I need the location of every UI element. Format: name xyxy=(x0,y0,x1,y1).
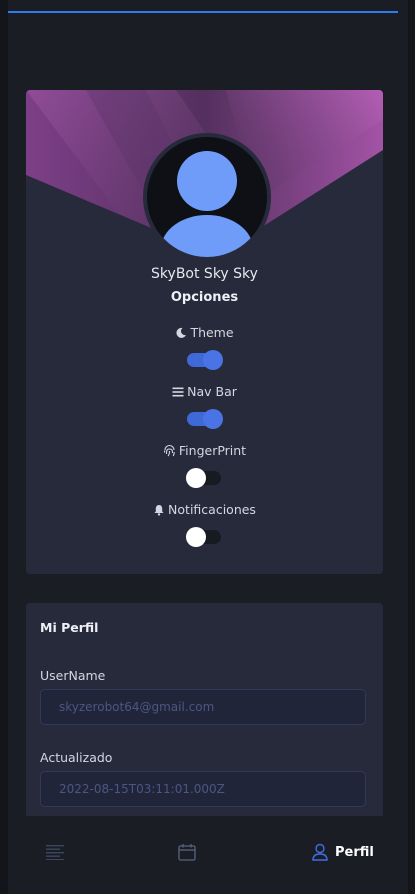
updated-field[interactable] xyxy=(40,771,366,807)
notifications-toggle[interactable] xyxy=(186,527,221,547)
list-icon xyxy=(46,845,64,860)
theme-toggle[interactable] xyxy=(187,350,223,370)
toggle-knob xyxy=(186,468,206,488)
notifications-option-label: Notificaciones xyxy=(26,502,383,517)
options-title: Opciones xyxy=(170,290,239,305)
fingerprint-toggle[interactable] xyxy=(186,468,221,488)
notifications-label: Notificaciones xyxy=(168,502,256,517)
profile-card: SkyBot Sky Sky Opciones Theme Nav Bar Fi… xyxy=(26,90,383,574)
navbar-option-label: Nav Bar xyxy=(26,384,383,399)
username-label: UserName xyxy=(40,668,106,683)
nav-list-button[interactable] xyxy=(46,816,64,888)
app-frame: SkyBot Sky Sky Opciones Theme Nav Bar Fi… xyxy=(8,0,408,894)
user-icon xyxy=(312,843,328,861)
profile-name: SkyBot Sky Sky xyxy=(151,266,258,282)
toggle-knob xyxy=(186,527,206,547)
navbar-toggle[interactable] xyxy=(187,409,223,429)
calendar-icon xyxy=(178,844,196,861)
moon-icon xyxy=(176,327,187,338)
my-profile-title: Mi Perfil xyxy=(40,620,99,635)
nav-calendar-button[interactable] xyxy=(178,816,196,888)
updated-label: Actualizado xyxy=(40,750,113,765)
top-accent-line xyxy=(8,11,398,13)
nav-profile-label: Perfil xyxy=(335,844,374,860)
menu-icon xyxy=(172,387,184,396)
theme-option-label: Theme xyxy=(26,325,383,340)
fingerprint-option-label: FingerPrint xyxy=(26,443,383,458)
user-avatar-icon xyxy=(161,151,253,257)
bottom-nav: Perfil xyxy=(8,816,408,894)
navbar-label: Nav Bar xyxy=(187,384,237,399)
username-field[interactable] xyxy=(40,689,366,725)
fingerprint-label: FingerPrint xyxy=(178,443,247,458)
bell-icon xyxy=(154,504,164,516)
nav-profile-button[interactable]: Perfil xyxy=(312,816,374,888)
fingerprint-icon xyxy=(163,444,175,457)
avatar[interactable] xyxy=(143,133,271,261)
toggle-knob xyxy=(203,350,223,370)
theme-label: Theme xyxy=(190,325,234,340)
toggle-knob xyxy=(203,409,223,429)
